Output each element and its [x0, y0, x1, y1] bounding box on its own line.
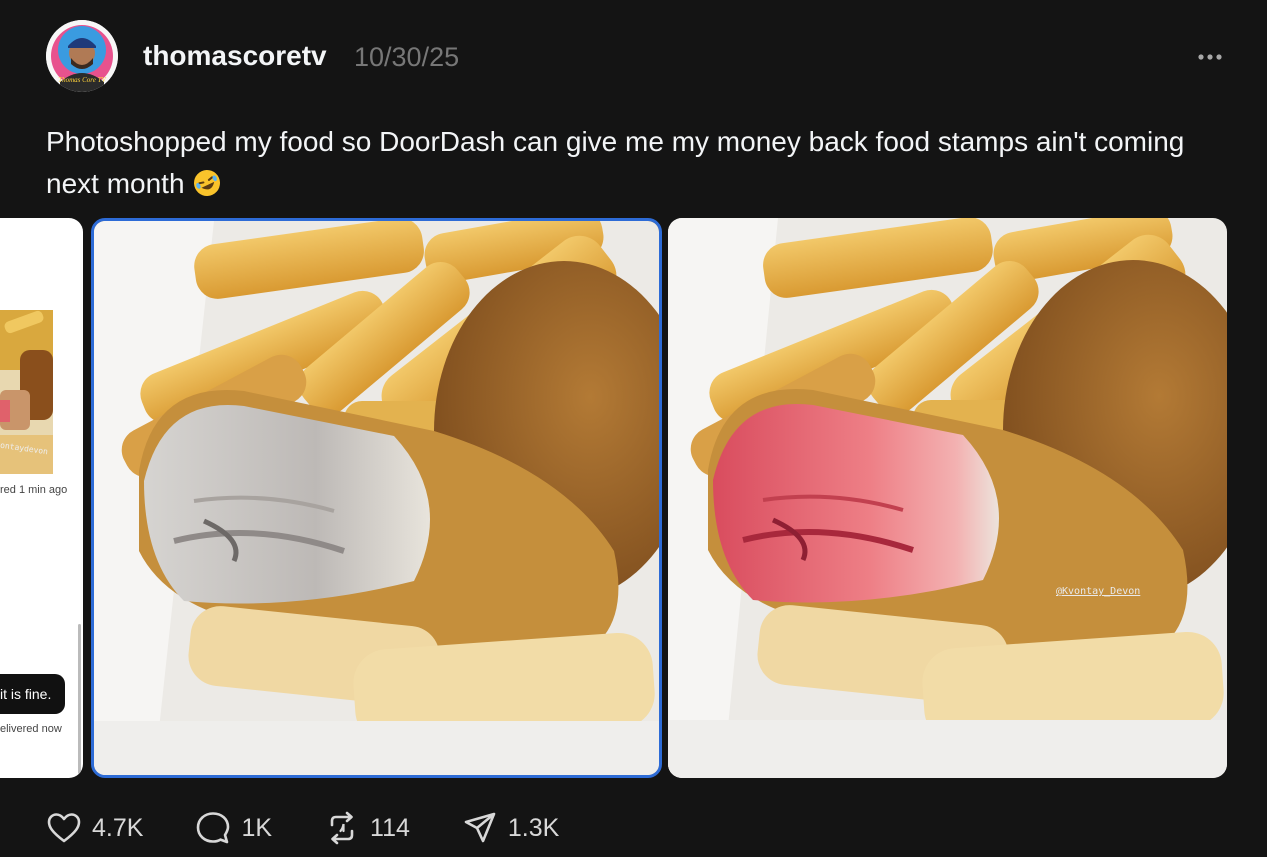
media-item-edited-photo[interactable]: @Kvontay_Devon — [668, 218, 1227, 778]
share-icon — [464, 812, 496, 843]
photo-watermark: @Kvontay_Devon — [1056, 586, 1141, 597]
screenshot-scrollbar — [78, 624, 81, 774]
post-caption: Photoshopped my food so DoorDash can giv… — [46, 121, 1226, 205]
post-action-bar: 4.7K 1K 114 1.3K — [46, 808, 611, 848]
like-button[interactable]: 4.7K — [46, 810, 143, 846]
media-carousel[interactable]: ontaydevon red 1 min ago it is fine. eli… — [0, 218, 1267, 778]
screenshot-status: elivered now — [0, 723, 62, 735]
media-item-screenshot[interactable]: ontaydevon red 1 min ago it is fine. eli… — [0, 218, 83, 778]
share-count: 1.3K — [507, 813, 560, 842]
heart-icon — [47, 813, 81, 843]
repost-count: 114 — [370, 813, 410, 842]
like-count: 4.7K — [92, 813, 144, 842]
food-photo-edited — [668, 218, 1227, 778]
food-photo-original — [94, 221, 659, 775]
post-timestamp: 10/30/25 — [354, 42, 460, 72]
avatar-text: Thomas Core TV — [58, 76, 106, 84]
avatar-image: Thomas Core TV — [46, 20, 118, 92]
username[interactable]: thomascoretv — [143, 40, 327, 72]
repost-icon — [330, 811, 354, 845]
screenshot-meta: red 1 min ago — [0, 484, 68, 496]
media-item-original-photo[interactable] — [91, 218, 662, 778]
avatar[interactable]: Thomas Core TV — [46, 20, 118, 92]
more-options-icon[interactable] — [1193, 42, 1227, 72]
comment-count: 1K — [241, 813, 273, 842]
comment-icon — [197, 812, 230, 844]
screenshot-message-bubble: it is fine. — [0, 674, 66, 714]
screenshot-thumbnail: ontaydevon — [0, 310, 53, 474]
rolling-on-the-floor-laughing-emoji-icon — [192, 168, 222, 198]
repost-button[interactable]: 114 — [324, 810, 410, 846]
comment-button[interactable]: 1K — [195, 810, 272, 846]
share-button[interactable]: 1.3K — [462, 810, 559, 846]
